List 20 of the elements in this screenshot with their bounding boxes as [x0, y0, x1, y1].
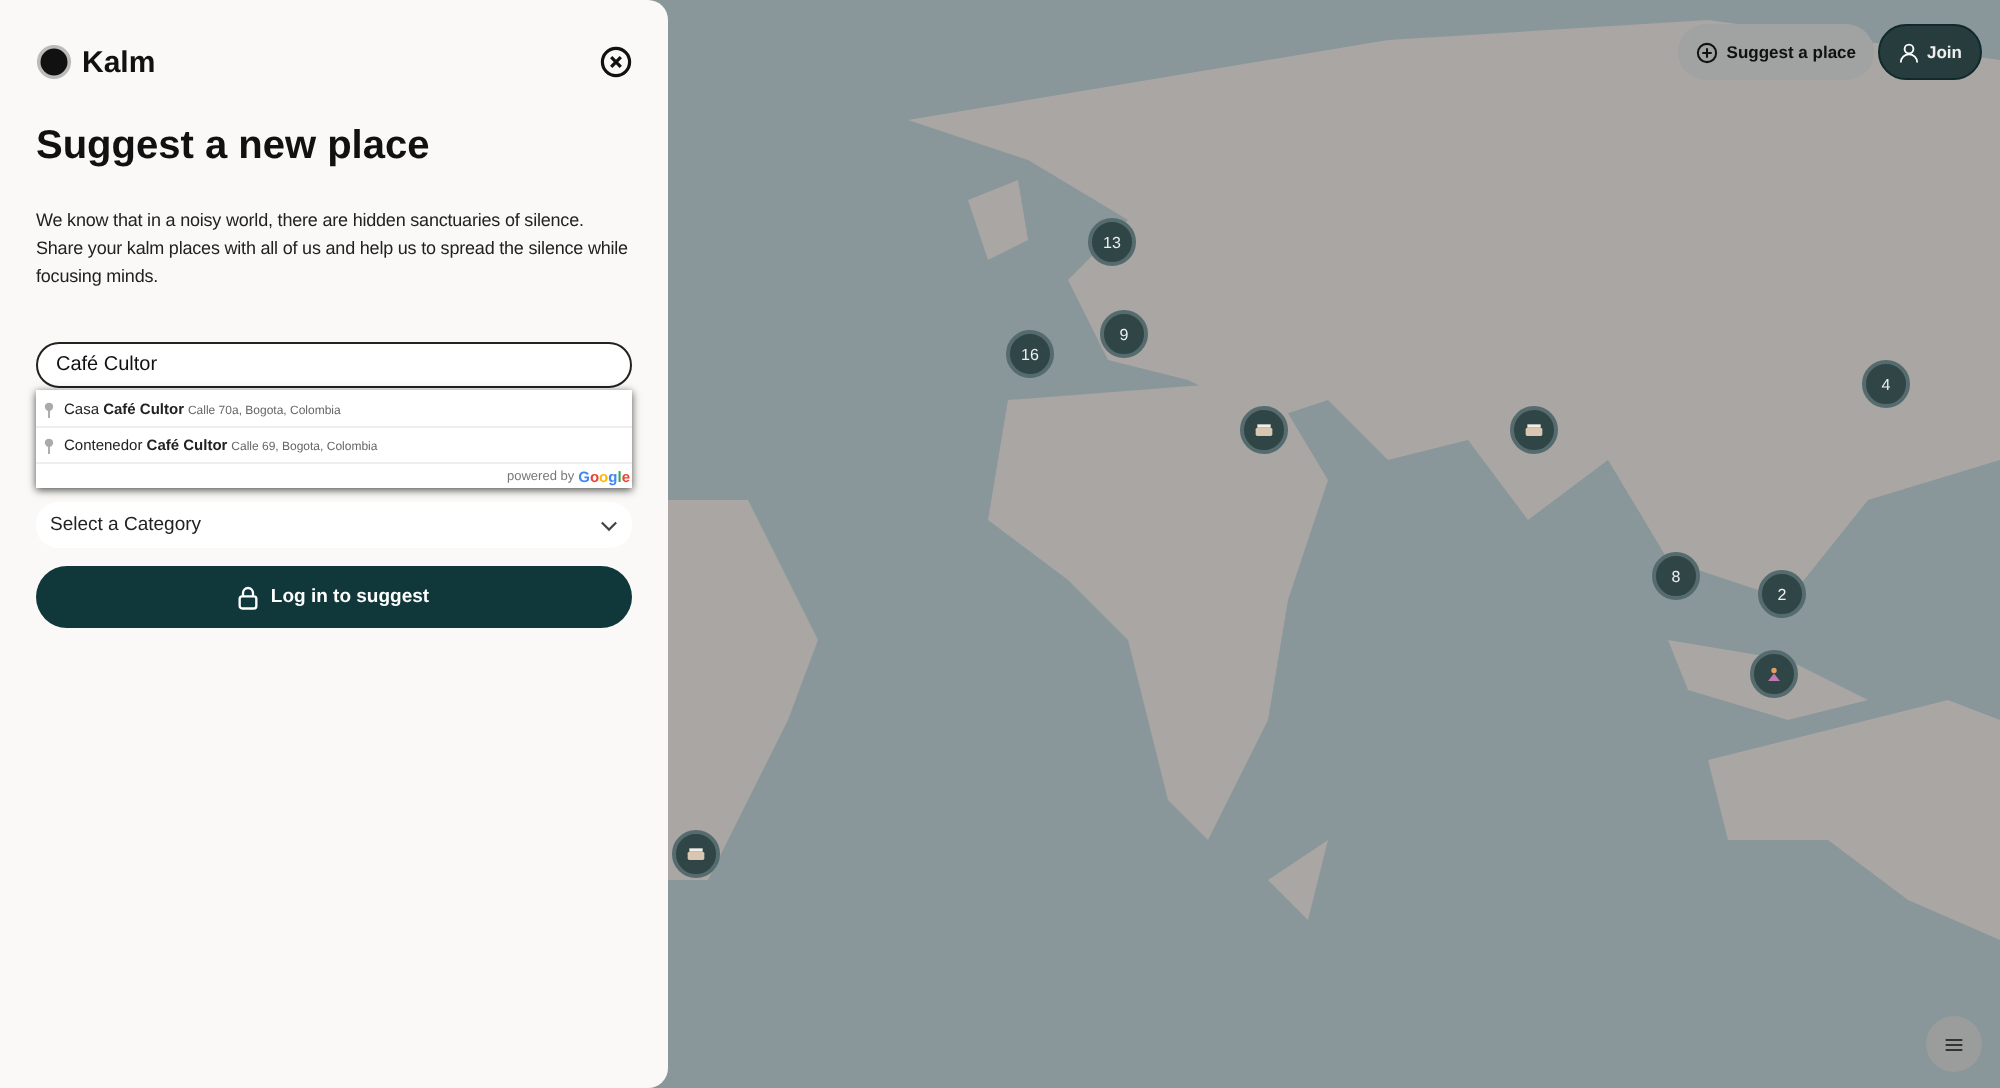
meditation-icon	[1764, 665, 1784, 683]
cup-icon	[1524, 421, 1544, 439]
menu-icon	[1944, 1035, 1964, 1053]
pin-icon	[44, 437, 54, 453]
panel-title: Suggest a new place	[36, 124, 432, 170]
user-icon	[1897, 41, 1920, 63]
plus-circle-icon	[1696, 41, 1719, 63]
panel-description: We know that in a noisy world, there are hidden sanctuaries of silence. Share your kalm places with all of us and help us to spread the silence while focusing minds.	[36, 208, 630, 290]
lock-icon	[238, 585, 259, 609]
cup-icon	[1254, 421, 1274, 439]
cup-icon	[686, 845, 706, 863]
category-select[interactable]: Select a Category	[36, 502, 632, 548]
brand-name: Kalm	[82, 45, 156, 79]
pin-icon	[44, 401, 54, 417]
login-button[interactable]: Log in to suggest	[36, 566, 632, 628]
close-icon[interactable]	[600, 46, 632, 78]
chevron-icon	[600, 519, 618, 531]
search-field[interactable]: Café Cultor	[36, 342, 632, 388]
logo-icon	[36, 44, 72, 80]
suggest-place-button[interactable]: Suggest a place	[1678, 24, 1874, 80]
